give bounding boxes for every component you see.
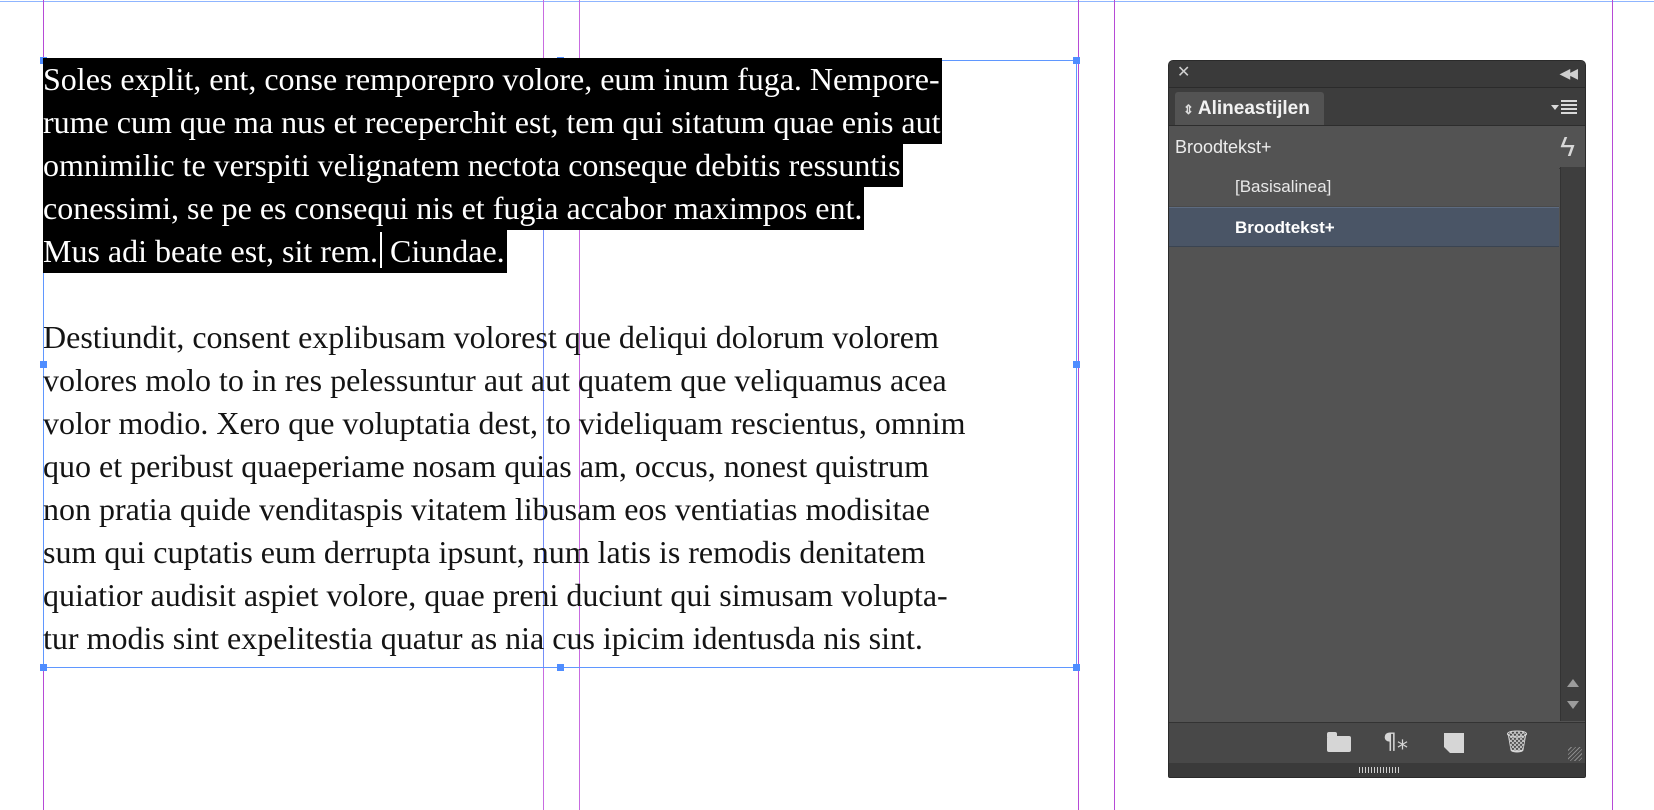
panel-titlebar[interactable]: ✕ ◀◀ [1169, 61, 1585, 88]
handle-bottom-right[interactable] [1073, 664, 1080, 671]
selected-line-text: Mus adi beate est, sit rem. [43, 233, 379, 269]
text-cursor [380, 232, 383, 268]
handle-bottom-center[interactable] [557, 664, 564, 671]
selected-line: rume cum que ma nus et receperchit est, … [43, 101, 943, 144]
body-line: tur modis sint expelitestia quatur as ni… [43, 620, 923, 656]
selected-line: conessimi, se pe es consequi nis et fugi… [43, 187, 865, 230]
tab-arrows-icon: ⇕ [1183, 102, 1194, 117]
style-list: [Basisalinea] Broodtekst+ [1169, 167, 1559, 721]
current-style-row: Broodtekst+ ϟ [1169, 126, 1585, 169]
page-edge-guide [1114, 0, 1115, 810]
body-line: volor modio. Xero que voluptatia dest, t… [43, 405, 966, 441]
new-style-icon[interactable] [1444, 733, 1464, 753]
selected-paragraph[interactable]: Soles explit, ent, conse remporepro volo… [43, 58, 1083, 273]
top-margin-guide [0, 1, 1654, 2]
resize-grip-icon[interactable] [1568, 747, 1582, 761]
style-list-scrollbar[interactable] [1560, 167, 1585, 721]
current-style-label: Broodtekst+ [1175, 137, 1272, 157]
selected-line: omnimilic te verspiti velignatem nectota… [43, 144, 903, 187]
style-item-basisalinea[interactable]: [Basisalinea] [1169, 167, 1559, 207]
pilcrow-icon[interactable]: ¶⁎ [1383, 732, 1408, 754]
trash-icon[interactable]: 🗑 [1503, 732, 1531, 754]
menu-triangle [1551, 105, 1559, 110]
lightning-icon[interactable]: ϟ [1560, 132, 1575, 162]
body-line: Destiundit, consent explibusam volorest … [43, 319, 939, 355]
handle-bottom-left[interactable] [40, 664, 47, 671]
body-line: volores molo to in res pelessuntur aut a… [43, 362, 947, 398]
close-icon[interactable]: ✕ [1177, 64, 1190, 82]
panel-menu-icon[interactable] [1551, 100, 1577, 116]
selected-line-last: Mus adi beate est, sit rem. Ciundae. [43, 230, 507, 273]
drag-handle-icon[interactable] [1359, 767, 1399, 773]
body-paragraph[interactable]: Destiundit, consent explibusam volorest … [43, 316, 1083, 660]
panel-footer: ¶⁎ 🗑 [1169, 722, 1585, 763]
paragraph-styles-panel: ✕ ◀◀ ⇕ Alineastijlen Broodtekst+ ϟ [Basis… [1168, 60, 1586, 778]
scroll-down-icon[interactable] [1567, 701, 1579, 709]
tab-paragraph-styles[interactable]: ⇕ Alineastijlen [1175, 92, 1324, 125]
selected-line: Soles explit, ent, conse remporepro volo… [43, 58, 942, 101]
folder-icon[interactable] [1327, 732, 1351, 752]
body-line: sum qui cuptatis eum derrupta ipsunt, nu… [43, 534, 926, 570]
scroll-up-icon[interactable] [1567, 679, 1579, 687]
menu-bars [1561, 100, 1577, 116]
panel-bottom-bar [1169, 763, 1585, 777]
style-item-broodtekst[interactable]: Broodtekst+ [1169, 207, 1559, 247]
bleed-guide [1612, 0, 1613, 810]
panel-tabbar: ⇕ Alineastijlen [1169, 88, 1585, 126]
text-story[interactable]: Soles explit, ent, conse remporepro volo… [43, 58, 1083, 660]
collapse-icon[interactable]: ◀◀ [1559, 64, 1577, 82]
body-line: quiatior audisit aspiet volore, quae pre… [43, 577, 948, 613]
tab-label: Alineastijlen [1197, 98, 1310, 119]
selected-line-text: Ciundae. [390, 233, 505, 269]
body-line: non pratia quide venditaspis vitatem lib… [43, 491, 930, 527]
body-line: quo et peribust quaeperiame nosam quias … [43, 448, 930, 484]
